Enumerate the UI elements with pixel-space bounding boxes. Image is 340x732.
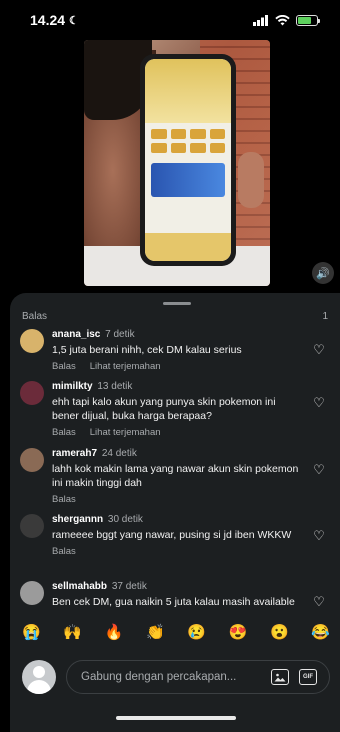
status-time: 14.24 ☾ <box>30 12 79 28</box>
avatar[interactable] <box>20 514 44 538</box>
comment-username[interactable]: mimilkty <box>52 381 93 392</box>
clock-text: 14.24 <box>30 12 66 28</box>
game-bottom-bar <box>145 233 231 261</box>
held-phone <box>140 54 236 266</box>
comments-sheet: Balas 1 anana_isc 7 detik 1,5 juta beran… <box>10 293 340 732</box>
video-frame[interactable] <box>84 40 270 286</box>
translate-button[interactable]: Lihat terjemahan <box>90 361 161 372</box>
comment-list[interactable]: anana_isc 7 detik 1,5 juta berani nihh, … <box>10 329 340 619</box>
reply-button[interactable]: Balas <box>52 427 76 438</box>
emoji-button[interactable]: 😮 <box>270 623 289 641</box>
comment-text: 1,5 juta berani nihh, cek DM kalau seriu… <box>52 344 242 356</box>
image-icon[interactable] <box>271 669 289 685</box>
emoji-button[interactable]: 🔥 <box>105 623 124 641</box>
comment-header: mimilkty 13 detik <box>52 381 300 392</box>
moon-icon: ☾ <box>69 14 79 27</box>
heart-icon[interactable]: ♡ <box>312 529 326 543</box>
emoji-button[interactable]: 😭 <box>22 623 41 641</box>
reply-button[interactable]: Balas <box>52 494 76 505</box>
comment-header: ramerah7 24 detik <box>52 448 300 459</box>
reply-button[interactable]: Balas <box>52 361 76 372</box>
translate-button[interactable]: Lihat terjemahan <box>90 427 161 438</box>
avatar[interactable] <box>20 381 44 405</box>
wifi-icon <box>275 14 290 25</box>
comment-username[interactable]: ramerah7 <box>52 448 97 459</box>
comment-header: anana_isc 7 detik <box>52 329 300 340</box>
volume-button[interactable]: 🔊 <box>312 262 334 284</box>
heart-icon[interactable]: ♡ <box>312 396 326 410</box>
comment-time: 37 detik <box>111 581 147 592</box>
comment-time: 13 detik <box>97 381 133 392</box>
reply-link[interactable]: Balas <box>22 311 47 322</box>
comment-header: shergannn 30 detik <box>52 514 300 525</box>
speaker-icon: 🔊 <box>316 267 330 280</box>
comment-text: lahh kok makin lama yang nawar akun skin… <box>52 463 299 489</box>
comment-time: 24 detik <box>101 448 137 459</box>
comment-text: Ben cek DM, gua naikin 5 juta kalau masi… <box>52 596 295 608</box>
heart-icon[interactable]: ♡ <box>312 343 326 357</box>
reply-button[interactable]: Balas <box>52 546 76 557</box>
battery-icon <box>296 14 320 26</box>
avatar[interactable] <box>20 329 44 353</box>
comment-text: rameeee bggt yang nawar, pusing si jd ib… <box>52 529 292 541</box>
game-header <box>145 59 231 123</box>
emoji-button[interactable]: 🙌 <box>63 623 82 641</box>
video-player[interactable]: 🔊 <box>0 40 340 300</box>
person-thumb <box>238 152 264 208</box>
signal-icon <box>253 14 268 26</box>
comment-input-box[interactable]: GIF <box>66 660 330 694</box>
comment-count: 1 <box>322 311 328 322</box>
sheet-top-row: Balas 1 <box>22 311 328 322</box>
gif-icon[interactable]: GIF <box>299 669 317 685</box>
heart-icon[interactable]: ♡ <box>312 595 326 609</box>
emoji-button[interactable]: 😍 <box>229 623 248 641</box>
emoji-button[interactable]: 😂 <box>311 623 330 641</box>
comment-composer: GIF <box>10 658 340 698</box>
drag-handle[interactable] <box>163 302 191 305</box>
avatar[interactable] <box>20 448 44 472</box>
status-bar: 14.24 ☾ <box>0 0 340 40</box>
comment-header: sellmahabb 37 detik <box>52 581 300 592</box>
my-avatar[interactable] <box>22 660 56 694</box>
heart-icon[interactable]: ♡ <box>312 463 326 477</box>
comment-time: 7 detik <box>105 329 135 340</box>
emoji-button[interactable]: 👏 <box>146 623 165 641</box>
game-banner <box>151 163 225 197</box>
gif-label: GIF <box>303 674 313 680</box>
emoji-button[interactable]: 😢 <box>187 623 206 641</box>
comment-time: 30 detik <box>107 514 143 525</box>
comment-username[interactable]: sellmahabb <box>52 581 107 592</box>
comment-text: ehh tapi kalo akun yang punya skin pokem… <box>52 396 276 422</box>
home-indicator[interactable] <box>116 716 236 720</box>
comment-input[interactable] <box>81 671 261 683</box>
game-menu-grid <box>145 123 231 159</box>
held-phone-screen <box>145 59 231 261</box>
comment-username[interactable]: anana_isc <box>52 329 100 340</box>
comment-username[interactable]: shergannn <box>52 514 103 525</box>
avatar[interactable] <box>20 581 44 605</box>
status-icons <box>253 14 320 26</box>
emoji-bar: 😭 🙌 🔥 👏 😢 😍 😮 😂 <box>10 623 340 641</box>
